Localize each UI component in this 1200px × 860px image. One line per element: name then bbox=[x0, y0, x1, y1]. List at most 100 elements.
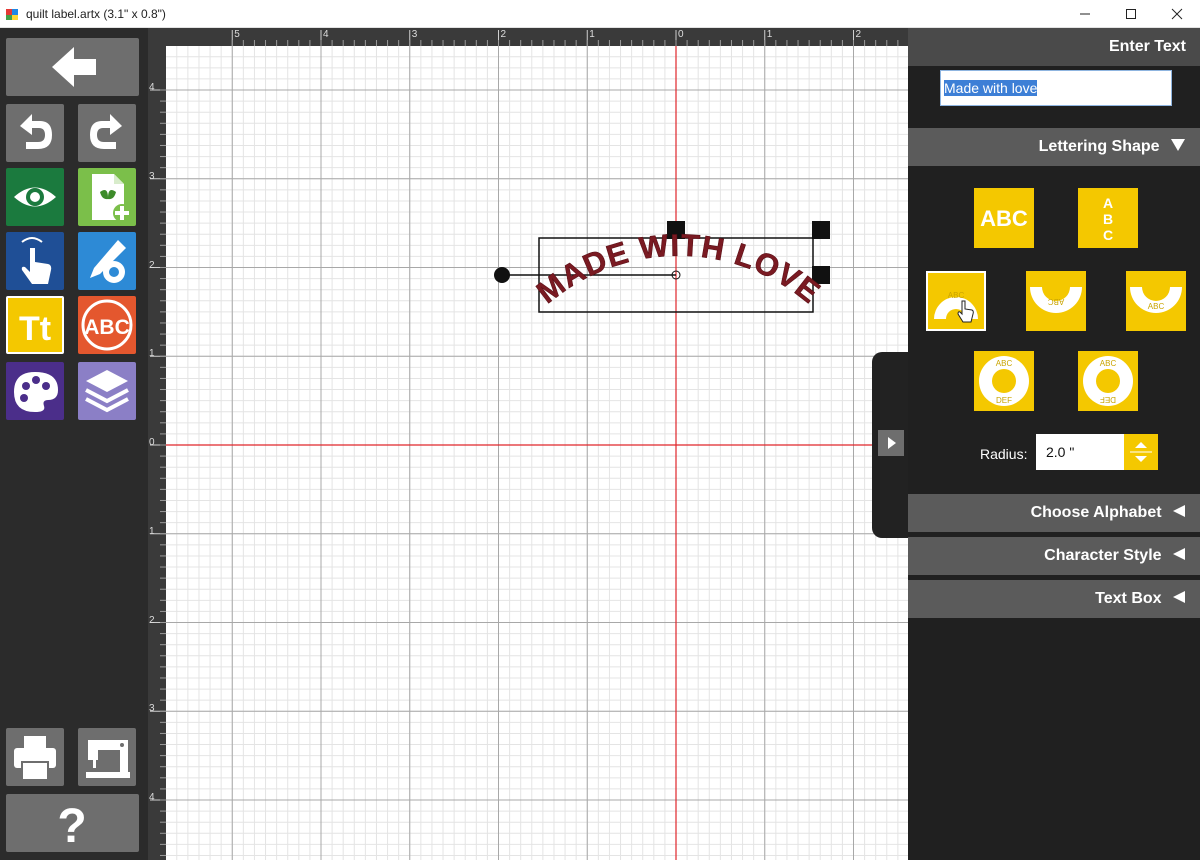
preview-button[interactable] bbox=[6, 168, 64, 226]
layers-button[interactable] bbox=[78, 362, 136, 420]
svg-text:B: B bbox=[1103, 211, 1113, 227]
svg-text:DEF: DEF bbox=[1100, 395, 1116, 404]
enter-text-header: Enter Text bbox=[908, 28, 1200, 66]
ruler-label: 3 bbox=[411, 29, 418, 40]
close-icon bbox=[1171, 8, 1183, 20]
radius-input[interactable]: 2.0 " bbox=[1036, 434, 1124, 470]
chevron-right-icon bbox=[888, 437, 896, 449]
chevron-left-icon bbox=[1173, 591, 1185, 603]
straight-text-icon: ABC bbox=[980, 206, 1028, 231]
shape-circle-inverted-button[interactable]: ABC DEF bbox=[1078, 351, 1138, 411]
color-palette-button[interactable] bbox=[6, 362, 64, 420]
circle-text-icon: ABC DEF bbox=[979, 356, 1029, 406]
arched-text-content: MADE WITH LOVE bbox=[530, 227, 827, 310]
arc-bottom-icon: ABC bbox=[1130, 287, 1182, 313]
shape-arc-up-button[interactable]: ABC bbox=[924, 269, 988, 333]
shape-arc-bottom-button[interactable]: ABC bbox=[1126, 271, 1186, 331]
eye-icon bbox=[14, 187, 56, 207]
layers-icon bbox=[85, 370, 129, 413]
redo-icon bbox=[90, 114, 122, 149]
sewing-machine-button[interactable] bbox=[78, 728, 136, 786]
ruler-label: 1 bbox=[149, 525, 155, 537]
shape-straight-button[interactable]: ABC bbox=[974, 188, 1034, 248]
window-title: quilt label.artx (3.1" x 0.8") bbox=[26, 7, 166, 21]
horizontal-ruler: 5 4 3 2 1 0 1 2 bbox=[148, 28, 908, 46]
chevron-left-icon bbox=[1173, 548, 1185, 560]
print-button[interactable] bbox=[6, 728, 64, 786]
stepper-arrows-icon bbox=[1130, 442, 1152, 462]
help-button[interactable]: ? bbox=[6, 794, 139, 852]
svg-text:ABC: ABC bbox=[1048, 297, 1065, 306]
rotation-handle[interactable] bbox=[494, 267, 510, 283]
svg-text:ABC: ABC bbox=[980, 206, 1028, 231]
select-tool-button[interactable] bbox=[6, 232, 64, 290]
svg-text:ABC: ABC bbox=[948, 291, 965, 300]
undo-button[interactable] bbox=[6, 104, 64, 162]
ruler-label: 1 bbox=[766, 29, 773, 40]
minimize-icon bbox=[1080, 13, 1090, 15]
ruler-label: 2 bbox=[149, 614, 155, 626]
help-icon: ? bbox=[57, 800, 86, 852]
print-icon bbox=[14, 736, 56, 781]
text-box-title: Text Box bbox=[1095, 590, 1162, 607]
text-tool-glyph: Tt bbox=[19, 310, 51, 348]
ruler-label: 1 bbox=[589, 29, 595, 40]
character-style-header[interactable]: Character Style bbox=[908, 537, 1200, 575]
ruler-label: 4 bbox=[149, 792, 155, 803]
back-arrow-icon bbox=[52, 47, 96, 87]
chevron-down-icon bbox=[1171, 139, 1185, 151]
shape-circle-button[interactable]: ABC DEF bbox=[974, 351, 1034, 411]
ruler-label: 3 bbox=[149, 703, 155, 715]
ruler-label: 0 bbox=[678, 29, 684, 40]
ruler-label: 1 bbox=[149, 348, 155, 360]
vertical-text-icon: A B C bbox=[1103, 195, 1113, 243]
title-bar: quilt label.artx (3.1" x 0.8") bbox=[0, 0, 1200, 28]
maximize-button[interactable] bbox=[1108, 0, 1154, 28]
back-button[interactable] bbox=[6, 38, 139, 96]
text-entry-value: Made with love bbox=[944, 80, 1038, 96]
collapse-panel-button[interactable] bbox=[878, 430, 904, 456]
svg-text:DEF: DEF bbox=[996, 396, 1012, 405]
circle-text-inverted-icon: ABC DEF bbox=[1083, 356, 1133, 406]
svg-text:ABC: ABC bbox=[1100, 359, 1117, 368]
ruler-label: 5 bbox=[234, 29, 240, 40]
shape-vertical-button[interactable]: A B C bbox=[1078, 188, 1138, 248]
text-tool-button[interactable]: Tt bbox=[6, 296, 64, 354]
text-properties-panel: Enter Text Made with love Lettering Shap… bbox=[908, 28, 1200, 860]
vertical-ruler: 4 3 2 1 0 1 2 3 4 bbox=[148, 46, 166, 860]
monogram-button[interactable]: ABC bbox=[78, 296, 136, 354]
lettering-shape-header[interactable]: Lettering Shape bbox=[908, 128, 1200, 166]
choose-alphabet-title: Choose Alphabet bbox=[1030, 504, 1162, 521]
palette-icon bbox=[14, 372, 58, 412]
svg-text:ABC: ABC bbox=[996, 359, 1013, 368]
left-toolbar: Tt ABC ? bbox=[0, 28, 148, 860]
new-design-button[interactable] bbox=[78, 168, 136, 226]
help-glyph: ? bbox=[57, 800, 86, 852]
canvas-grid[interactable]: MADE WITH LOVE bbox=[166, 46, 908, 860]
monogram-icon: ABC bbox=[81, 299, 133, 351]
choose-alphabet-header[interactable]: Choose Alphabet bbox=[908, 494, 1200, 532]
text-box-header[interactable]: Text Box bbox=[908, 580, 1200, 618]
ruler-label: 2 bbox=[500, 29, 507, 40]
shape-arc-down-button[interactable]: ABC bbox=[1026, 271, 1086, 331]
maximize-icon bbox=[1126, 9, 1136, 19]
ruler-label: 2 bbox=[149, 259, 155, 271]
minimize-button[interactable] bbox=[1062, 0, 1108, 28]
text-entry-field[interactable]: Made with love bbox=[940, 70, 1172, 106]
arc-up-icon: ABC bbox=[934, 291, 978, 323]
design-canvas[interactable]: 54321012 432101234 MADE WITH LOVE bbox=[148, 28, 908, 860]
redo-button[interactable] bbox=[78, 104, 136, 162]
edit-settings-button[interactable] bbox=[78, 232, 136, 290]
select-pointer-icon bbox=[21, 237, 52, 284]
resize-handle-top-right[interactable] bbox=[812, 221, 830, 239]
sewing-machine-icon bbox=[86, 740, 130, 778]
svg-text:C: C bbox=[1103, 227, 1113, 243]
radius-stepper[interactable] bbox=[1124, 434, 1158, 470]
svg-text:ABC: ABC bbox=[1148, 302, 1165, 311]
close-button[interactable] bbox=[1154, 0, 1200, 28]
text-tool-icon: Tt bbox=[19, 310, 51, 348]
arched-text: MADE WITH LOVE bbox=[530, 228, 827, 311]
lettering-shape-title: Lettering Shape bbox=[1038, 138, 1160, 155]
character-style-title: Character Style bbox=[1044, 547, 1162, 564]
monogram-glyph: ABC bbox=[84, 316, 130, 339]
